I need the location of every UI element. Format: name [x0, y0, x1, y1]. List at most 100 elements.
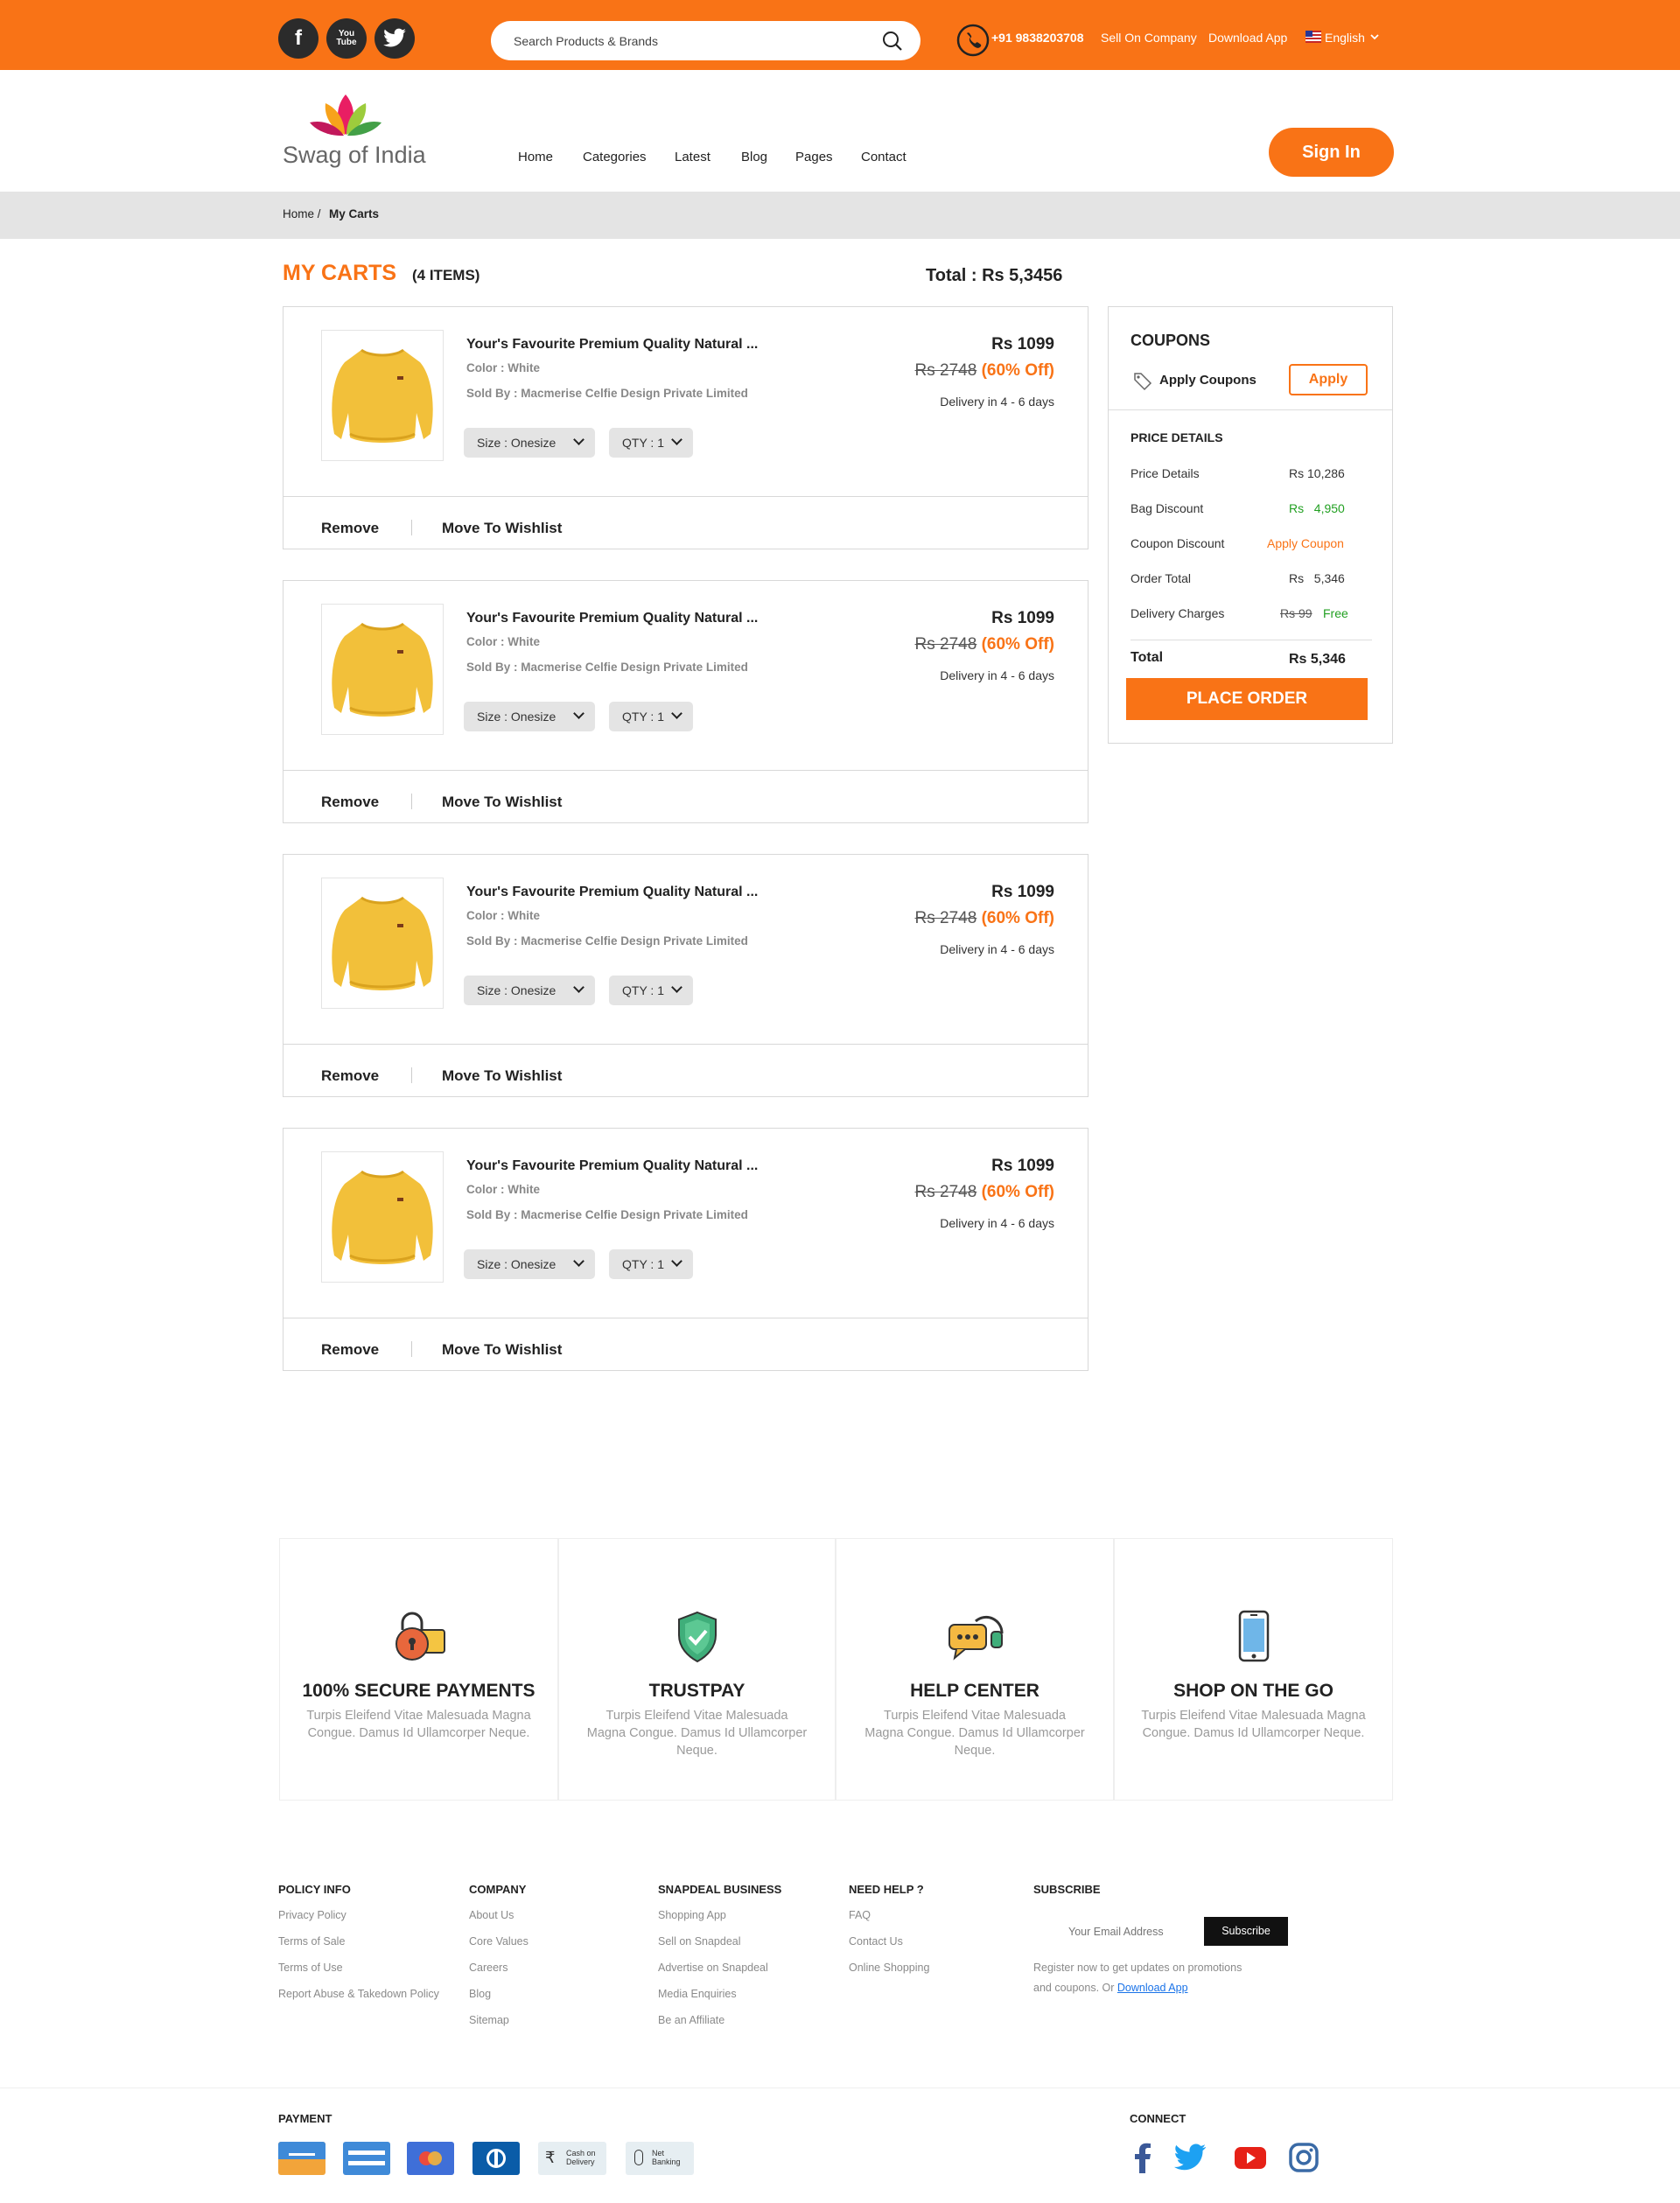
product-title[interactable]: Your's Favourite Premium Quality Natural…	[466, 611, 758, 626]
nav-home[interactable]: Home	[518, 150, 553, 164]
product-seller: Sold By : Macmerise Celfie Design Privat…	[466, 1208, 748, 1221]
mrp-strikethrough: Rs 2748	[914, 1183, 977, 1201]
youtube-icon[interactable]: You Tube	[326, 18, 367, 59]
footer-link[interactable]: Privacy Policy	[278, 1909, 346, 1921]
qty-select[interactable]: QTY : 1	[609, 1249, 693, 1279]
logo-lotus-icon[interactable]	[306, 91, 385, 140]
move-to-wishlist-button[interactable]: Move To Wishlist	[442, 794, 562, 811]
help-center-icon	[948, 1615, 1004, 1661]
footer-link[interactable]: About Us	[469, 1909, 514, 1921]
size-select[interactable]: Size : Onesize	[464, 702, 595, 731]
remove-button[interactable]: Remove	[321, 1067, 379, 1085]
footer-link[interactable]: Terms of Sale	[278, 1935, 345, 1948]
footer-link[interactable]: Sell on Snapdeal	[658, 1935, 741, 1948]
discount-percent: (60% Off)	[976, 1183, 1054, 1201]
search-icon[interactable]	[881, 30, 904, 52]
size-select[interactable]: Size : Onesize	[464, 976, 595, 1005]
sell-link[interactable]: Sell On Company	[1101, 31, 1197, 45]
footer-link[interactable]: Careers	[469, 1962, 508, 1974]
language-selector[interactable]: English	[1325, 31, 1365, 45]
subscribe-email-input[interactable]	[1033, 1917, 1205, 1946]
footer-link[interactable]: Media Enquiries	[658, 1988, 737, 2000]
breadcrumb-home[interactable]: Home /	[283, 207, 321, 220]
instagram-icon[interactable]	[1286, 2140, 1321, 2175]
qty-select[interactable]: QTY : 1	[609, 702, 693, 731]
footer-link[interactable]: Core Values	[469, 1935, 528, 1948]
product-color: Color : White	[466, 361, 540, 374]
remove-button[interactable]: Remove	[321, 1341, 379, 1359]
download-app-footer-link[interactable]: Download App	[1117, 1982, 1188, 1994]
phone-icon	[956, 24, 990, 57]
bag-discount-value: Rs 4,950	[1289, 501, 1345, 515]
footer-subscribe-title: SUBSCRIBE	[1033, 1883, 1101, 1896]
footer-link[interactable]: Be an Affiliate	[658, 2014, 724, 2026]
chevron-down-icon[interactable]	[1370, 34, 1379, 41]
product-title[interactable]: Your's Favourite Premium Quality Natural…	[466, 885, 758, 900]
cash-on-delivery-icon: ₹ Cash on Delivery	[538, 2142, 606, 2175]
net-banking-label: Net Banking	[652, 2149, 681, 2166]
footer-link[interactable]: Contact Us	[849, 1935, 903, 1948]
size-value: Size : Onesize	[477, 710, 556, 724]
search-bar[interactable]	[491, 21, 920, 60]
search-input[interactable]	[514, 21, 864, 60]
logo-text[interactable]: Swag of India	[283, 142, 426, 169]
size-select[interactable]: Size : Onesize	[464, 1249, 595, 1279]
nav-contact[interactable]: Contact	[861, 150, 906, 164]
mrp-strikethrough: Rs 2748	[914, 909, 977, 927]
size-select[interactable]: Size : Onesize	[464, 428, 595, 458]
facebook-icon[interactable]	[1125, 2140, 1160, 2175]
download-app-link[interactable]: Download App	[1208, 31, 1287, 45]
phone-number[interactable]: +91 9838203708	[991, 31, 1084, 45]
qty-select[interactable]: QTY : 1	[609, 428, 693, 458]
nav-latest[interactable]: Latest	[675, 150, 710, 164]
us-flag-icon	[1306, 31, 1321, 43]
footer-help-title: NEED HELP ?	[849, 1883, 924, 1896]
delivery-charges-label: Delivery Charges	[1130, 606, 1225, 620]
coupon-discount-label: Coupon Discount	[1130, 536, 1225, 550]
diners-club-icon	[472, 2142, 520, 2175]
top-bar: f YouTube +91 9838203708 Sell On Company…	[0, 0, 1680, 70]
cart-item-count: (4 ITEMS)	[412, 267, 480, 283]
qty-select[interactable]: QTY : 1	[609, 976, 693, 1005]
tag-icon	[1134, 373, 1152, 391]
footer-link[interactable]: Advertise on Snapdeal	[658, 1962, 768, 1974]
feature-title: HELP CENTER	[910, 1681, 1040, 1701]
apply-coupon-link[interactable]: Apply Coupon	[1267, 536, 1344, 550]
remove-button[interactable]: Remove	[321, 520, 379, 537]
apply-coupon-button[interactable]: Apply	[1289, 364, 1368, 395]
product-image[interactable]	[321, 604, 444, 735]
nav-pages[interactable]: Pages	[795, 150, 833, 164]
footer-link[interactable]: Sitemap	[469, 2014, 509, 2026]
panel-divider	[1109, 409, 1392, 410]
remove-button[interactable]: Remove	[321, 794, 379, 811]
footer-link[interactable]: Shopping App	[658, 1909, 726, 1921]
footer-link[interactable]: Terms of Use	[278, 1962, 343, 1974]
nav-blog[interactable]: Blog	[741, 150, 767, 164]
feature-title: SHOP ON THE GO	[1173, 1681, 1334, 1701]
footer-link[interactable]: Blog	[469, 1988, 491, 2000]
sign-in-button[interactable]: Sign In	[1269, 128, 1394, 177]
product-image[interactable]	[321, 878, 444, 1009]
subscribe-button[interactable]: Subscribe	[1204, 1917, 1288, 1946]
cart-item: Your's Favourite Premium Quality Natural…	[283, 1128, 1088, 1371]
footer-link[interactable]: Online Shopping	[849, 1962, 929, 1974]
move-to-wishlist-button[interactable]: Move To Wishlist	[442, 520, 562, 537]
twitter-icon[interactable]	[1172, 2140, 1208, 2175]
footer-link[interactable]: FAQ	[849, 1909, 871, 1921]
chevron-down-icon	[573, 434, 584, 445]
product-title[interactable]: Your's Favourite Premium Quality Natural…	[466, 1158, 758, 1174]
place-order-button[interactable]: PLACE ORDER	[1126, 678, 1368, 720]
youtube-icon[interactable]	[1233, 2140, 1268, 2175]
product-image[interactable]	[321, 330, 444, 461]
move-to-wishlist-button[interactable]: Move To Wishlist	[442, 1341, 562, 1359]
move-to-wishlist-button[interactable]: Move To Wishlist	[442, 1067, 562, 1085]
product-image[interactable]	[321, 1151, 444, 1283]
footer-link[interactable]: Report Abuse & Takedown Policy	[278, 1988, 439, 2000]
feature-description: Turpis Eleifend Vitae Malesuada Magna Co…	[1141, 1709, 1366, 1740]
card-icon	[343, 2142, 390, 2175]
feature-shop-on-the-go: SHOP ON THE GO Turpis Eleifend Vitae Mal…	[1114, 1538, 1393, 1801]
facebook-icon[interactable]: f	[278, 18, 318, 59]
twitter-icon[interactable]	[374, 18, 415, 59]
nav-categories[interactable]: Categories	[583, 150, 647, 164]
product-title[interactable]: Your's Favourite Premium Quality Natural…	[466, 337, 758, 353]
